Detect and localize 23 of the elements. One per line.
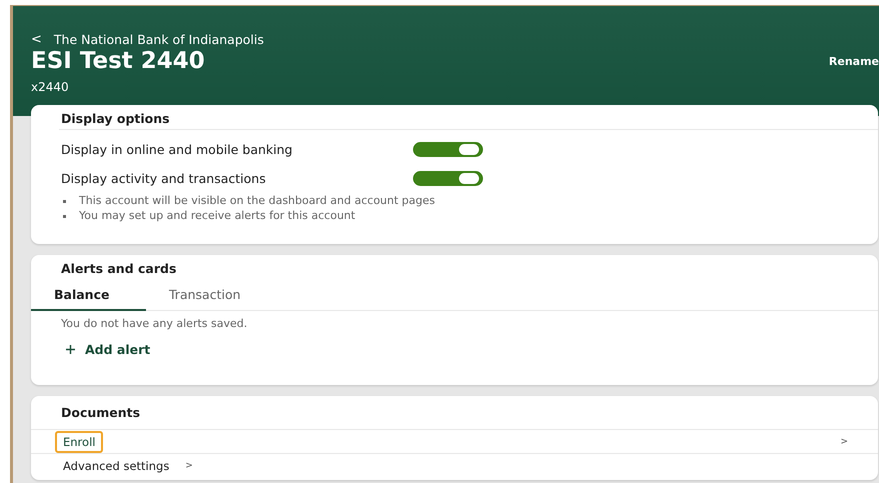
section-title: Documents: [60, 404, 142, 422]
account-title: ESI Test 2440: [31, 48, 205, 74]
toggle-label: Display in online and mobile banking: [61, 142, 294, 157]
rename-link[interactable]: Rename: [828, 54, 879, 68]
plus-icon: [65, 344, 76, 355]
note-text: This account will be visible on the dashboard and account pages: [61, 193, 878, 208]
document-link[interactable]: Advanced settings: [55, 454, 178, 476]
document-link[interactable]: Enroll: [55, 430, 104, 452]
account-number: x2440: [31, 80, 70, 94]
note-text: You may set up and receive alerts for this account: [61, 208, 878, 223]
add-alert-button[interactable]: Add alert: [65, 342, 150, 357]
chevron-icon: >: [185, 460, 193, 470]
section-title: Alerts and cards: [60, 260, 178, 278]
toggle-label: Display activity and transactions: [61, 171, 267, 186]
toggle-switch[interactable]: [413, 171, 483, 186]
section-title: Display options: [60, 110, 171, 128]
tab[interactable]: Transaction: [146, 283, 260, 311]
chevron-icon: >: [840, 436, 848, 446]
toggle-switch[interactable]: [413, 142, 483, 157]
back-link[interactable]: <: [31, 32, 42, 47]
tab[interactable]: Balance: [31, 283, 146, 311]
empty-message: You do not have any alerts saved.: [60, 316, 248, 330]
bank-name: The National Bank of Indianapolis: [54, 32, 264, 47]
